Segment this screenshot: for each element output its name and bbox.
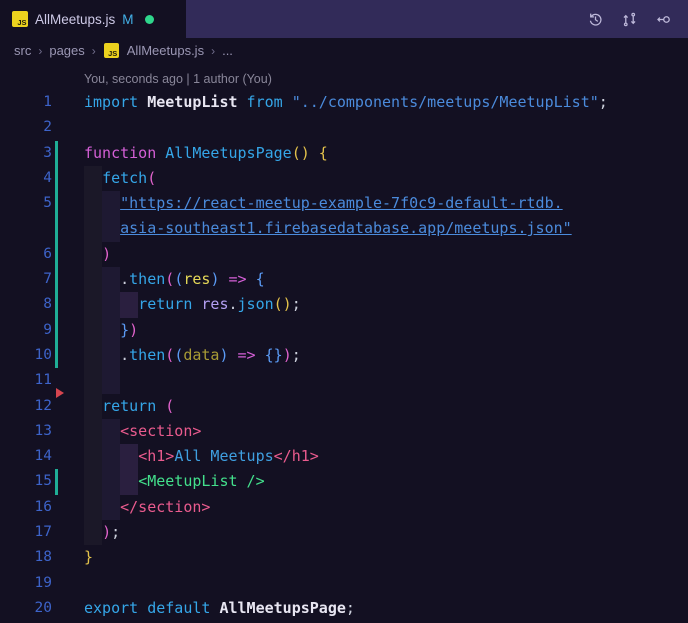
line-number: 11 [34,372,52,389]
git-modified-gutter-bar[interactable] [55,241,58,268]
git-modified-gutter-bar[interactable] [55,165,58,192]
code-line[interactable]: 9 }) [0,317,688,343]
code-editor[interactable]: You, seconds ago | 1 author (You) 1 impor… [0,63,688,621]
line-number: 20 [34,599,52,616]
chevron-right-icon: › [38,43,43,58]
code-line[interactable]: 5 "https://react-meetup-example-7f0c9-de… [0,191,688,217]
line-number: 4 [43,169,52,186]
breadcrumb-item-more[interactable]: ... [222,43,233,58]
line-number: 15 [34,473,52,490]
code-line[interactable]: 7 .then((res) => { [0,267,688,293]
line-number: 7 [43,271,52,288]
code-text: import MeetupList from "../components/me… [84,93,608,111]
code-line[interactable]: 2 [0,115,688,140]
code-line[interactable]: 17 ); [0,520,688,546]
line-number: 8 [43,296,52,313]
code-text: <MeetupList /> [138,472,265,491]
code-line[interactable]: 6 ) [0,241,688,268]
code-text: <h1>All Meetups</h1> [138,447,319,466]
open-changes-icon[interactable] [655,11,672,28]
code-text: fetch( [102,168,157,187]
code-line[interactable]: 19 [0,571,688,596]
code-text: .then((data) => {}); [120,345,301,364]
code-text: return ( [102,396,175,415]
editor-tab-bar: JS AllMeetups.js M [0,0,688,38]
code-text: ) [102,244,112,263]
line-number: 19 [34,574,52,591]
indent-guide-shade [84,368,103,394]
line-number: 17 [34,524,52,541]
tab-title: AllMeetups.js [35,11,116,27]
indent-guide-shade [102,368,121,394]
code-line[interactable]: 3 function AllMeetupsPage() { [0,140,688,166]
code-line[interactable]: 11 [0,368,688,394]
git-modified-gutter-bar[interactable] [55,267,58,293]
git-modified-gutter-bar[interactable] [55,216,58,242]
chevron-right-icon: › [211,43,216,58]
git-modified-gutter-bar[interactable] [55,317,58,343]
breadcrumb-item-src[interactable]: src [14,43,31,58]
code-line[interactable]: 10 .then((data) => {}); [0,342,688,369]
code-line[interactable]: 8 return res.json(); [0,292,688,318]
line-number: 18 [34,549,52,566]
line-number [0,216,52,241]
breadcrumb-item-file[interactable]: AllMeetups.js [127,43,204,58]
code-line[interactable]: 20 export default AllMeetupsPage; [0,596,688,621]
line-number: 6 [43,245,52,262]
timeline-icon[interactable] [587,11,604,28]
code-line[interactable]: 18} [0,545,688,570]
line-number: 14 [34,448,52,465]
git-deleted-gutter-arrow[interactable] [56,388,64,399]
code-text: export default AllMeetupsPage; [84,598,355,617]
git-modified-gutter-bar[interactable] [55,140,58,166]
code-text: return res.json(); [138,295,301,314]
code-line[interactable]: 4 fetch( [0,165,688,192]
breadcrumb-item-pages[interactable]: pages [49,43,84,58]
code-text: <section> [120,421,202,440]
code-text: ); [102,523,121,542]
code-line[interactable]: asia-southeast1.firebasedatabase.app/mee… [0,216,688,242]
code-text: } [84,548,94,567]
git-modified-gutter-bar[interactable] [55,469,58,495]
git-modified-badge: M [122,11,134,27]
code-line[interactable]: 12 return ( [0,388,688,419]
code-line[interactable]: 13 <section> [0,418,688,445]
js-file-icon: JS [12,11,28,27]
code-text: "https://react-meetup-example-7f0c9-defa… [120,194,563,213]
editor-title-actions [186,0,688,38]
chevron-right-icon: › [91,43,96,58]
code-text: }) [120,320,139,339]
line-number: 13 [34,422,52,439]
compare-changes-icon[interactable] [621,11,638,28]
code-line[interactable]: 14 <h1>All Meetups</h1> [0,444,688,470]
line-number: 2 [43,119,52,136]
code-line[interactable]: 16 </section> [0,494,688,521]
git-modified-gutter-bar[interactable] [55,191,58,217]
code-text: </section> [120,497,211,516]
line-number: 1 [43,94,52,110]
line-number: 16 [34,498,52,515]
code-text: .then((res) => { [120,270,265,289]
code-line[interactable]: 1 import MeetupList from "../components/m… [0,90,688,115]
codelens-authors[interactable]: You, seconds ago | 1 author (You) [0,63,688,90]
code-line[interactable]: 15 <MeetupList /> [0,469,688,495]
git-modified-gutter-bar[interactable] [55,292,58,318]
code-area[interactable]: 1 import MeetupList from "../components/m… [0,90,688,621]
vscode-editor-window: JS AllMeetups.js M src › pages › JS AllM… [0,0,688,623]
line-number: 5 [43,195,52,212]
line-number: 3 [43,144,52,161]
line-number: 12 [34,397,52,414]
unsaved-changes-dot[interactable] [144,14,154,24]
code-text: function AllMeetupsPage() { [84,143,328,162]
js-file-icon: JS [103,43,119,58]
code-text: asia-southeast1.firebasedatabase.app/mee… [120,219,572,238]
line-number: 10 [34,346,52,363]
line-number: 9 [43,321,52,338]
git-modified-gutter-bar[interactable] [55,342,58,369]
tab-allmeetups[interactable]: JS AllMeetups.js M [0,0,186,38]
breadcrumb: src › pages › JS AllMeetups.js › ... [0,38,688,63]
